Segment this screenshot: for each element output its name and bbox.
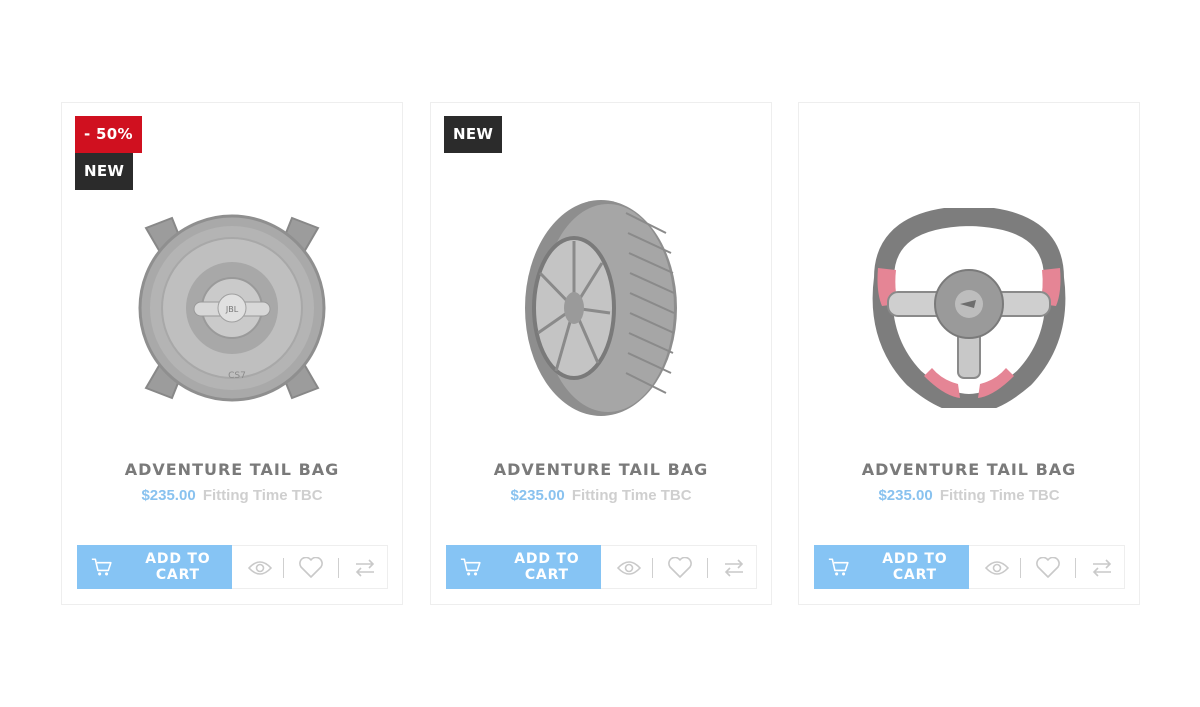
divider <box>338 558 339 578</box>
divider <box>283 558 284 578</box>
discount-badge: - 50% <box>75 116 142 153</box>
cart-icon <box>460 558 481 576</box>
speaker-image: JBL CS7 <box>138 214 326 402</box>
compare-icon <box>355 559 375 577</box>
product-image-steering-wheel[interactable] <box>839 173 1099 443</box>
quick-view-button[interactable] <box>616 556 642 580</box>
compare-button[interactable] <box>721 556 747 580</box>
compare-button[interactable] <box>352 556 378 580</box>
product-title[interactable]: ADVENTURE TAIL BAG <box>431 460 771 479</box>
eye-icon <box>985 561 1009 575</box>
product-card[interactable]: NEW ADVENTURE TAIL BAG $235.00 Fitting T… <box>430 102 772 605</box>
product-actions: ADD TO CART <box>77 545 388 589</box>
tire-image <box>525 200 677 416</box>
eye-icon <box>617 561 641 575</box>
product-actions: ADD TO CART <box>446 545 757 589</box>
compare-icon <box>1092 559 1112 577</box>
product-price: $235.00 <box>141 487 196 504</box>
cart-icon <box>828 558 849 576</box>
quick-view-button[interactable] <box>984 556 1010 580</box>
add-to-cart-button[interactable]: ADD TO CART <box>77 545 232 589</box>
divider <box>1020 558 1021 578</box>
fitting-time: Fitting Time TBC <box>202 487 323 504</box>
heart-icon <box>1036 557 1060 578</box>
cart-icon <box>91 558 112 576</box>
product-image-speaker[interactable]: JBL CS7 <box>102 173 362 443</box>
divider <box>707 558 708 578</box>
product-price: $235.00 <box>510 487 565 504</box>
new-badge: NEW <box>444 116 503 153</box>
fitting-time: Fitting Time TBC <box>571 487 692 504</box>
fitting-time: Fitting Time TBC <box>939 487 1060 504</box>
svg-text:JBL: JBL <box>225 305 239 314</box>
product-grid: - 50% NEW JBL CS7 ADVENTURE TAIL BAG $23… <box>61 102 1141 605</box>
add-to-cart-label: ADD TO CART <box>145 551 211 583</box>
price-line: $235.00 Fitting Time TBC <box>431 487 771 504</box>
price-line: $235.00 Fitting Time TBC <box>799 487 1139 504</box>
add-to-cart-label: ADD TO CART <box>514 551 580 583</box>
add-to-cart-label: ADD TO CART <box>882 551 948 583</box>
price-line: $235.00 Fitting Time TBC <box>62 487 402 504</box>
product-actions: ADD TO CART <box>814 545 1125 589</box>
compare-icon <box>724 559 744 577</box>
heart-icon <box>668 557 692 578</box>
wishlist-button[interactable] <box>298 556 324 580</box>
divider <box>1075 558 1076 578</box>
product-title[interactable]: ADVENTURE TAIL BAG <box>799 460 1139 479</box>
svg-text:CS7: CS7 <box>228 371 246 381</box>
quick-view-button[interactable] <box>247 556 273 580</box>
steering-wheel-image <box>872 208 1066 408</box>
product-price: $235.00 <box>878 487 933 504</box>
add-to-cart-button[interactable]: ADD TO CART <box>446 545 601 589</box>
divider <box>652 558 653 578</box>
wishlist-button[interactable] <box>1035 556 1061 580</box>
wishlist-button[interactable] <box>667 556 693 580</box>
heart-icon <box>299 557 323 578</box>
product-card[interactable]: - 50% NEW JBL CS7 ADVENTURE TAIL BAG $23… <box>61 102 403 605</box>
add-to-cart-button[interactable]: ADD TO CART <box>814 545 969 589</box>
product-image-tire[interactable] <box>471 173 731 443</box>
product-title[interactable]: ADVENTURE TAIL BAG <box>62 460 402 479</box>
compare-button[interactable] <box>1089 556 1115 580</box>
product-card[interactable]: ADVENTURE TAIL BAG $235.00 Fitting Time … <box>798 102 1140 605</box>
eye-icon <box>248 561 272 575</box>
